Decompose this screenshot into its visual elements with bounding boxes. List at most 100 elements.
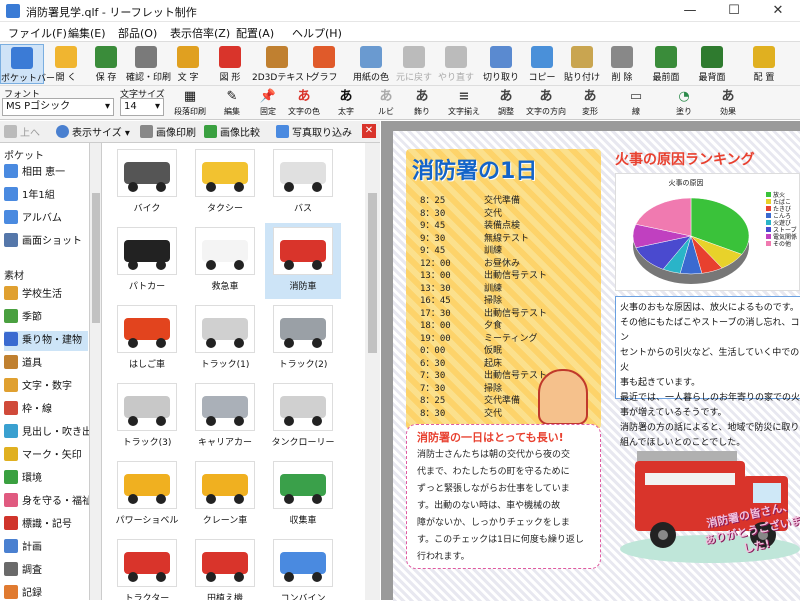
photo-import-button[interactable]: 写真取り込み: [276, 124, 352, 139]
cause-textbox[interactable]: 火事のおもな原因は、放火によるものです。 その他にもたばこやストーブの消し忘れ、コ…: [615, 296, 800, 448]
menu-help[interactable]: ヘルプ(H): [292, 25, 342, 41]
image-compare-button[interactable]: 画像比較: [204, 124, 260, 139]
clipart-item[interactable]: タンクローリー: [265, 379, 341, 455]
pie-chart[interactable]: 火事の原因 放火 たばこ たきび こんろ 火遊び ストーブ 電気関係 その他: [615, 173, 800, 291]
up-button[interactable]: 上へ: [4, 124, 40, 139]
format-button-6[interactable]: あ飾り: [402, 88, 442, 118]
toolbar-button-2[interactable]: 保 存: [88, 44, 124, 84]
format-button-4[interactable]: あ太字: [326, 88, 366, 118]
clipart-item[interactable]: トラック(3): [109, 379, 185, 455]
close-panel-button[interactable]: ✕: [362, 124, 376, 138]
category-item[interactable]: 学校生活: [4, 285, 88, 305]
clipart-item[interactable]: キャリアカー: [187, 379, 263, 455]
toolbar-button-9[interactable]: 元に戻す: [394, 44, 434, 84]
clipart-item[interactable]: クレーン車: [187, 457, 263, 533]
menu-file[interactable]: ファイル(F): [8, 25, 67, 41]
format-button-0[interactable]: ▦ 段落印刷: [170, 88, 210, 118]
maximize-button[interactable]: ☐: [712, 0, 756, 22]
ranking-title[interactable]: 火事の原因ランキング: [615, 149, 755, 169]
category-item[interactable]: 標識・記号: [4, 515, 88, 535]
toolbar-button-0[interactable]: ポケットバー: [0, 44, 55, 84]
toolbar-button-5[interactable]: 図 形: [210, 44, 250, 84]
category-item[interactable]: 身を守る・福祉: [4, 492, 89, 512]
menu-zoom[interactable]: 表示倍率(Z): [170, 25, 230, 41]
toolbar-button-4[interactable]: 文 字: [168, 44, 208, 84]
clipart-item[interactable]: パワーショベル: [109, 457, 185, 533]
format-button-10[interactable]: あ変形: [570, 88, 610, 118]
toolbar-button-7[interactable]: グラフ: [304, 44, 344, 84]
minimize-button[interactable]: —: [668, 0, 712, 22]
toolbar-button-10[interactable]: やり直す: [436, 44, 476, 84]
format-button-12[interactable]: ◔ 塗り: [664, 88, 704, 118]
clipart-item[interactable]: コンバイン: [265, 535, 341, 600]
size-select[interactable]: 14 ▾: [120, 98, 164, 116]
clipart-scrollbar[interactable]: [365, 143, 380, 600]
clipart-item[interactable]: トラック(2): [265, 301, 341, 377]
category-item[interactable]: アルバム: [4, 209, 88, 229]
toolbar-button-8[interactable]: 用紙の色: [350, 44, 392, 84]
toolbar-button-3[interactable]: 確認・印刷: [126, 44, 171, 84]
document-canvas[interactable]: 消防署の1日 8：25 交代準備 8：30 交代 9：45 装備点検 9：30 無線テスト 9：…: [381, 121, 800, 601]
clipart-item[interactable]: バイク: [109, 145, 185, 221]
wheel-icon: [284, 182, 294, 192]
format-button-9[interactable]: あ文字の方向: [526, 88, 566, 118]
clipart-item[interactable]: 田植え機: [187, 535, 263, 600]
menu-parts[interactable]: 部品(O): [118, 25, 157, 41]
clipart-item[interactable]: 収集車: [265, 457, 341, 533]
format-button-2[interactable]: 📌 固定: [248, 88, 288, 118]
category-item[interactable]: マーク・矢印: [4, 446, 88, 466]
category-item[interactable]: 枠・線: [4, 400, 88, 420]
firefighter-illustration[interactable]: [538, 369, 588, 425]
note-box[interactable]: 消防署の一日はとっても長い! 消防士さんたちは朝の交代から夜の交 代まで、わたした…: [406, 424, 601, 569]
view-size-button[interactable]: 表示サイズ ▾: [56, 124, 130, 139]
toolbar-button-16[interactable]: 最背面: [690, 44, 734, 84]
note-title: 消防署の一日はとっても長い!: [417, 431, 564, 444]
toolbar-button-15[interactable]: 最前面: [644, 44, 688, 84]
menu-arrange[interactable]: 配置(A): [236, 25, 274, 41]
toolbar-button-6[interactable]: 2D3Dテキスト: [252, 44, 313, 84]
menu-edit[interactable]: 編集(E): [68, 25, 106, 41]
category-item[interactable]: 環境: [4, 469, 88, 489]
category-item[interactable]: 相田 恵一: [4, 163, 88, 183]
category-scrollbar[interactable]: [90, 143, 102, 600]
category-item[interactable]: 文字・数字: [4, 377, 88, 397]
format-button-7[interactable]: ≡ 文字揃え: [444, 88, 484, 118]
category-item[interactable]: 調査: [4, 561, 88, 581]
leaflet-page[interactable]: 消防署の1日 8：25 交代準備 8：30 交代 9：45 装備点検 9：30 無線テスト 9：…: [393, 131, 800, 601]
clipart-item[interactable]: トラクター: [109, 535, 185, 600]
format-button-8[interactable]: あ調整: [486, 88, 526, 118]
clipart-item[interactable]: タクシー: [187, 145, 263, 221]
clipart-item[interactable]: 救急車: [187, 223, 263, 299]
category-item[interactable]: 画面ショット: [4, 232, 88, 252]
clipart-item[interactable]: バス: [265, 145, 341, 221]
clipart-item[interactable]: 消防車: [265, 223, 341, 299]
clipart-item[interactable]: パトカー: [109, 223, 185, 299]
format-button-13[interactable]: あ効果: [708, 88, 748, 118]
clipart-item[interactable]: はしご車: [109, 301, 185, 377]
category-item[interactable]: 記録: [4, 584, 88, 600]
schedule-box[interactable]: 消防署の1日 8：25 交代準備 8：30 交代 9：45 装備点検 9：30 無線テスト 9：…: [406, 149, 601, 429]
clipart-item[interactable]: トラック(1): [187, 301, 263, 377]
format-button-1[interactable]: ✎ 編集: [212, 88, 252, 118]
category-item[interactable]: 道具: [4, 354, 88, 374]
category-item[interactable]: 1年1組: [4, 186, 88, 206]
category-item[interactable]: 見出し・吹き出し: [4, 423, 89, 443]
close-button[interactable]: ✕: [756, 0, 800, 22]
font-select[interactable]: MS Pゴシック ▾: [2, 98, 114, 116]
format-button-3[interactable]: あ文字の色: [284, 88, 324, 118]
category-item[interactable]: 季節: [4, 308, 88, 328]
scroll-thumb[interactable]: [92, 193, 100, 323]
image-print-button[interactable]: 画像印刷: [140, 124, 196, 139]
toolbar-button-13[interactable]: 貼り付け: [562, 44, 602, 84]
toolbar-button-14[interactable]: 削 除: [604, 44, 640, 84]
format-button-5[interactable]: あルビ: [366, 88, 406, 118]
category-item[interactable]: 計画: [4, 538, 88, 558]
toolbar-button-1[interactable]: 開 く: [48, 44, 84, 84]
schedule-row: 8：30 交代: [420, 206, 502, 219]
category-item[interactable]: 乗り物・建物: [4, 331, 88, 351]
toolbar-button-17[interactable]: 配 置: [740, 44, 788, 84]
format-button-11[interactable]: ▭ 線: [616, 88, 656, 118]
scroll-thumb[interactable]: [368, 193, 377, 353]
toolbar-button-11[interactable]: 切り取り: [480, 44, 522, 84]
toolbar-button-12[interactable]: コピー: [524, 44, 560, 84]
